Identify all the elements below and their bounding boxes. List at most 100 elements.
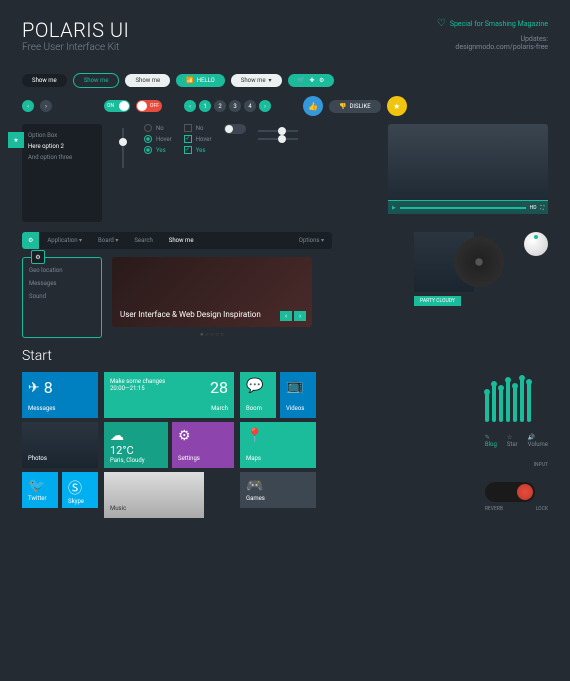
pager-prev[interactable]: ‹ — [22, 100, 34, 112]
pager-next-icon[interactable]: › — [259, 100, 271, 112]
nav-home-icon[interactable]: ⚙ — [22, 232, 39, 249]
option-box: ★ Option Box Here option 2 And option th… — [22, 124, 102, 222]
slider-prev[interactable]: ‹ — [280, 311, 292, 321]
switch-input-label: INPUT — [485, 462, 548, 468]
title: POLARIS UI — [22, 18, 129, 42]
video-hd: HD — [530, 205, 537, 211]
toggle-small[interactable] — [224, 124, 246, 134]
pager-2[interactable]: 2 — [214, 100, 226, 112]
tv-icon: 📺 — [286, 378, 310, 394]
tile-music[interactable]: Music — [104, 472, 204, 518]
cart-button[interactable]: 🛒 ✚ ⚙ — [288, 74, 335, 87]
equalizer[interactable] — [485, 372, 548, 422]
sliders-group — [258, 124, 298, 222]
nav-options[interactable]: Options ▾ — [291, 232, 332, 249]
pin-icon: 📍 — [246, 428, 310, 444]
tile-skype[interactable]: ⓈSkype — [62, 472, 98, 508]
check-yes[interactable]: ✓ — [184, 146, 192, 154]
album — [414, 232, 504, 292]
slider-next[interactable]: › — [294, 311, 306, 321]
pager-3[interactable]: 3 — [229, 100, 241, 112]
slider-2[interactable] — [258, 138, 298, 140]
play-icon[interactable]: ▶ — [392, 205, 396, 211]
special-text: Special for Smashing Magazine — [437, 18, 548, 29]
check-group: No ✓Hover ✓Yes — [184, 124, 212, 222]
slider-1[interactable] — [258, 130, 298, 132]
cloud-icon: ☁ — [110, 428, 162, 444]
showme-button-dark[interactable]: Show me — [22, 74, 67, 87]
check-no[interactable] — [184, 124, 192, 132]
pager: ‹ 1 2 3 4 › — [184, 100, 271, 112]
skype-icon: Ⓢ — [68, 478, 92, 498]
start-heading: Start — [22, 348, 548, 364]
nav-board[interactable]: Board ▾ — [90, 232, 126, 249]
tab-volume[interactable]: 🔊Volume — [528, 434, 548, 448]
tile-maps[interactable]: 📍Maps — [240, 422, 316, 468]
radio-yes[interactable] — [144, 146, 152, 154]
pager-prev-icon[interactable]: ‹ — [184, 100, 196, 112]
content-slider[interactable]: User Interface & Web Design Inspiration … — [112, 257, 312, 327]
updates-url: designmodo.com/polaris-free — [437, 43, 548, 51]
pager-1[interactable]: 1 — [199, 100, 211, 112]
tab-blog[interactable]: ✎Blog — [485, 434, 497, 448]
subtitle: Free User Interface Kit — [22, 42, 129, 53]
paperplane-icon: ✈ — [28, 380, 40, 396]
smi-sound[interactable]: Sound — [29, 290, 95, 303]
gamepad-icon: 🎮 — [246, 478, 310, 494]
radio-group: No Hover Yes — [144, 124, 172, 222]
tile-calendar[interactable]: Make some changes20:00—21:15 28 March — [104, 372, 234, 418]
optbox-title[interactable]: Option Box — [28, 130, 96, 141]
header-right: Special for Smashing Magazine Updates: d… — [437, 18, 548, 53]
radio-no[interactable] — [144, 124, 152, 132]
showme-button-outline[interactable]: Show me — [73, 73, 120, 88]
star-button[interactable]: ★ — [387, 96, 407, 116]
tile-photos[interactable]: Photos — [22, 422, 98, 468]
album-label: PARTY CLOUDY — [414, 296, 461, 306]
star-icon[interactable]: ★ — [8, 132, 24, 148]
tile-games[interactable]: 🎮Games — [240, 472, 316, 508]
tab-star[interactable]: ☆Star — [507, 434, 518, 448]
twitter-icon: 🐦 — [28, 478, 52, 494]
slider-title: User Interface & Web Design Inspiration — [120, 310, 261, 319]
side-menu: ⚙ Geo location Messages Sound — [22, 257, 102, 338]
knob-dial[interactable] — [524, 232, 548, 256]
like-button[interactable]: 👍 — [303, 96, 323, 116]
smi-geo[interactable]: Geo location — [29, 264, 95, 277]
disc-icon — [454, 237, 504, 287]
toggle-switch[interactable] — [485, 482, 535, 502]
showme-button-white[interactable]: Show me — [125, 74, 170, 87]
gear-icon[interactable]: ⚙ — [31, 250, 45, 264]
pager-4[interactable]: 4 — [244, 100, 256, 112]
gear-icon-tile: ⚙ — [178, 428, 228, 444]
fullscreen-icon[interactable]: ⛶ — [540, 205, 544, 211]
optbox-item-2[interactable]: And option three — [28, 152, 96, 163]
vertical-slider[interactable] — [122, 128, 124, 168]
radio-hover[interactable] — [144, 135, 152, 143]
showme-dropdown[interactable]: Show me ▾ — [231, 74, 282, 87]
navbar: ⚙ Application ▾ Board ▾ Search Show me O… — [22, 232, 332, 249]
video-progress[interactable] — [400, 207, 526, 209]
smi-msg[interactable]: Messages — [29, 277, 95, 290]
video-player[interactable]: ▶ HD ⛶ — [388, 124, 548, 214]
tile-twitter[interactable]: 🐦Twitter — [22, 472, 58, 508]
chat-icon: 💬 — [246, 378, 270, 394]
tile-weather[interactable]: ☁ 12°C Paris, Cloudy — [104, 422, 168, 468]
slider-dots[interactable]: ● ○ ○ ○ ○ — [112, 331, 312, 338]
toggle-on[interactable]: ON — [104, 100, 130, 112]
toggle-off[interactable]: OFF — [136, 100, 162, 112]
header-left: POLARIS UI Free User Interface Kit — [22, 18, 129, 53]
nav-showme[interactable]: Show me — [161, 232, 202, 249]
tile-boom[interactable]: 💬Boom — [240, 372, 276, 418]
tile-settings[interactable]: ⚙Settings — [172, 422, 234, 468]
optbox-item-1[interactable]: Here option 2 — [28, 141, 96, 152]
pager-next-alt[interactable]: › — [40, 100, 52, 112]
tile-messages[interactable]: ✈8 Messages — [22, 372, 98, 418]
tile-videos[interactable]: 📺Videos — [280, 372, 316, 418]
updates-label: Updates: — [437, 35, 548, 43]
check-hover[interactable]: ✓ — [184, 135, 192, 143]
hello-button[interactable]: 📶 HELLO — [176, 74, 225, 87]
nav-app[interactable]: Application ▾ — [39, 232, 90, 249]
nav-search[interactable]: Search — [126, 232, 160, 249]
tabs: ✎Blog ☆Star 🔊Volume — [485, 434, 548, 448]
dislike-button[interactable]: 👎 DISLIKE — [329, 100, 381, 113]
